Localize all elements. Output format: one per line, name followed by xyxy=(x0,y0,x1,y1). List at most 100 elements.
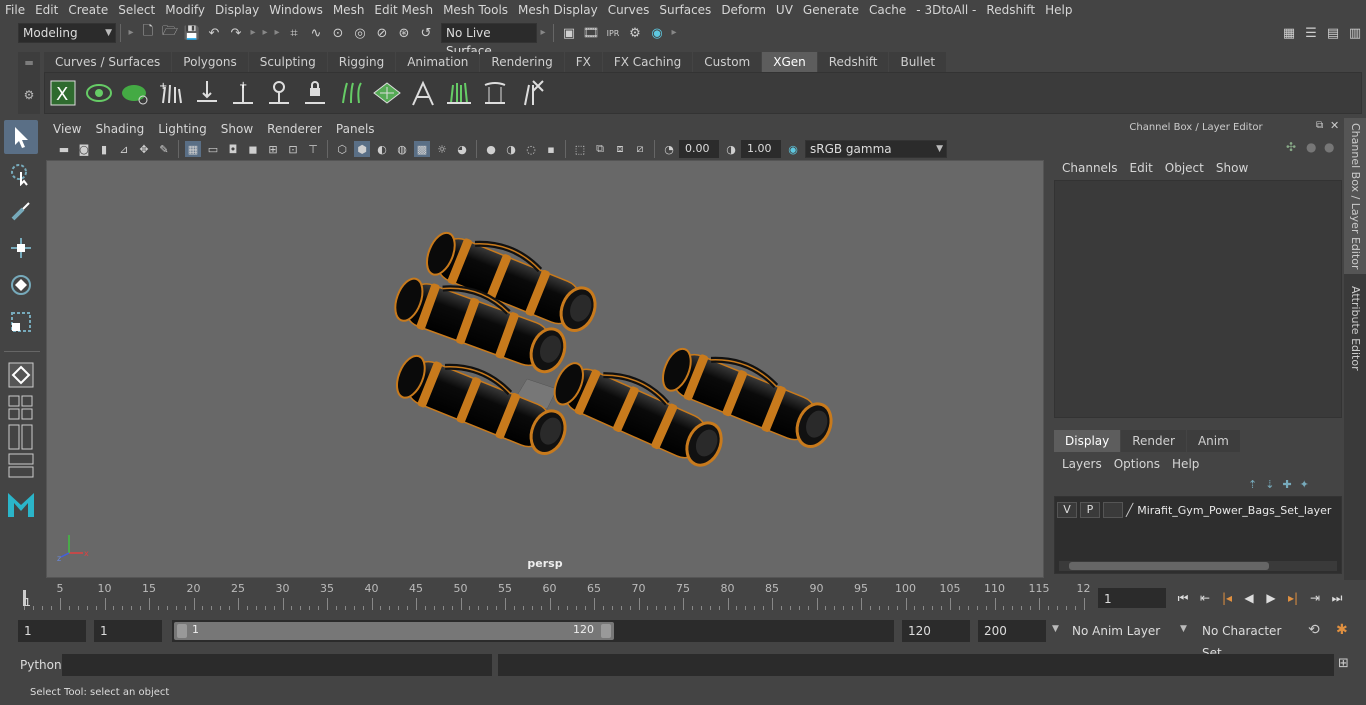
shelf-tab-curves-surfaces[interactable]: Curves / Surfaces xyxy=(44,52,172,72)
menu-modify[interactable]: Modify xyxy=(160,0,210,20)
color-management-icon[interactable]: ◉ xyxy=(785,141,801,157)
playback-start-field[interactable]: 1 xyxy=(94,620,162,642)
live-surface-field[interactable]: No Live Surface xyxy=(441,23,537,58)
layer-menu-options[interactable]: Options xyxy=(1108,454,1166,474)
safe-title-icon[interactable]: ⊤ xyxy=(305,141,321,157)
xgen-groom-splines-icon[interactable] xyxy=(408,76,438,110)
layer-tab-render[interactable]: Render xyxy=(1121,430,1186,452)
layer-color-icon[interactable]: ╱ xyxy=(1126,503,1133,517)
playback-end-field[interactable]: 120 xyxy=(902,620,970,642)
current-frame-field[interactable]: 1 xyxy=(1098,588,1166,608)
side-tab-attribute-editor[interactable]: Attribute Editor xyxy=(1344,278,1366,378)
auto-key-icon[interactable]: ⟲ xyxy=(1308,622,1320,638)
channel-box-option-icon[interactable]: ● xyxy=(1306,140,1316,154)
layer-menu-layers[interactable]: Layers xyxy=(1056,454,1108,474)
render-sequence-icon[interactable]: 🎞 xyxy=(582,24,600,42)
toggle-tool-settings-icon[interactable]: ▤ xyxy=(1324,24,1342,42)
layer-display-type-toggle[interactable] xyxy=(1103,502,1123,518)
save-scene-icon[interactable]: 💾 xyxy=(183,24,201,42)
soft-select-icon[interactable] xyxy=(4,358,38,392)
menu-redshift[interactable]: Redshift xyxy=(981,0,1040,20)
motion-blur-icon[interactable]: ◑ xyxy=(503,141,519,157)
viewport-menu-view[interactable]: View xyxy=(46,120,88,138)
paint-select-tool-icon[interactable] xyxy=(4,194,38,228)
safe-action-icon[interactable]: ⊡ xyxy=(285,141,301,157)
shelf-tab-sculpting[interactable]: Sculpting xyxy=(248,52,327,72)
shelf-tab-rendering[interactable]: Rendering xyxy=(480,52,564,72)
bookmark-icon[interactable]: ▮ xyxy=(96,141,112,157)
layer-menu-help[interactable]: Help xyxy=(1166,454,1205,474)
menu-uv[interactable]: UV xyxy=(771,0,798,20)
collapse-grip-icon[interactable]: ▸ xyxy=(250,24,256,42)
redo-icon[interactable]: ↷ xyxy=(227,24,245,42)
collapse-grip-icon[interactable]: ▸ xyxy=(671,24,677,42)
step-back-key-icon[interactable]: ⇤ xyxy=(1194,589,1216,607)
grid-toggle-icon[interactable]: ▦ xyxy=(185,141,201,157)
3d-viewport[interactable]: x z persp xyxy=(46,160,1044,578)
xgen-convert-icon[interactable] xyxy=(480,76,510,110)
collapse-grip-icon[interactable]: ▸ xyxy=(540,24,546,42)
layer-row[interactable]: V P ╱ Mirafit_Gym_Power_Bags_Set_layer xyxy=(1057,501,1339,519)
exposure-icon[interactable]: ◔ xyxy=(661,141,677,157)
channel-box-menu-show[interactable]: Show xyxy=(1210,158,1254,178)
gate-mask-icon[interactable]: ◼ xyxy=(245,141,261,157)
toggle-channel-box-icon[interactable]: ▥ xyxy=(1346,24,1364,42)
xgen-lock-guide-icon[interactable] xyxy=(300,76,330,110)
menu-create[interactable]: Create xyxy=(63,0,113,20)
move-layer-down-icon[interactable]: ⇣ xyxy=(1265,478,1274,491)
textured-icon[interactable]: ▩ xyxy=(414,141,430,157)
close-icon[interactable]: ✕ xyxy=(1330,119,1339,132)
layer-tab-anim[interactable]: Anim xyxy=(1186,430,1240,452)
collapse-grip-icon[interactable]: ▸ xyxy=(262,24,268,42)
axis-toggle-icon[interactable]: ✣ xyxy=(1286,140,1296,154)
menu-mesh[interactable]: Mesh xyxy=(328,0,370,20)
play-forwards-icon[interactable]: ▶ xyxy=(1260,589,1282,607)
new-layer-selected-icon[interactable]: ✦ xyxy=(1300,478,1309,491)
2d-pan-zoom-icon[interactable]: ✥ xyxy=(136,141,152,157)
image-plane-icon[interactable]: ⊿ xyxy=(116,141,132,157)
collapse-grip-icon[interactable]: ▸ xyxy=(274,24,280,42)
xray-joints-icon[interactable]: ⧈ xyxy=(612,141,628,157)
menu-edit[interactable]: Edit xyxy=(30,0,63,20)
render-settings-icon[interactable]: ⚙ xyxy=(626,24,644,42)
shadows-icon[interactable]: ◕ xyxy=(454,141,470,157)
layer-tab-display[interactable]: Display xyxy=(1054,430,1121,452)
snap-curve-icon[interactable]: ∿ xyxy=(307,24,325,42)
depth-of-field-icon[interactable]: ▪ xyxy=(543,141,559,157)
scrollbar-thumb[interactable] xyxy=(1069,562,1269,570)
menu-display[interactable]: Display xyxy=(210,0,264,20)
viewport-menu-panels[interactable]: Panels xyxy=(329,120,382,138)
make-live-icon[interactable]: ⊛ xyxy=(395,24,413,42)
float-panel-icon[interactable]: ⧉ xyxy=(1316,120,1323,131)
menu-deform[interactable]: Deform xyxy=(716,0,771,20)
shelf-tab-fx[interactable]: FX xyxy=(564,52,602,72)
layout-single-icon[interactable] xyxy=(4,395,38,421)
viewport-menu-show[interactable]: Show xyxy=(214,120,260,138)
select-tool-icon[interactable] xyxy=(4,120,38,154)
screen-space-ao-icon[interactable]: ● xyxy=(483,141,499,157)
shelf-tab-bullet[interactable]: Bullet xyxy=(889,52,947,72)
camera-select-icon[interactable]: ▬ xyxy=(56,141,72,157)
character-set-dropdown[interactable]: No Character Set xyxy=(1196,620,1298,660)
channel-box-option-icon[interactable]: ● xyxy=(1324,140,1334,154)
shelf-settings-icon[interactable]: ⚙ xyxy=(18,88,40,102)
xgen-sculpt-guide-icon[interactable]: + xyxy=(228,76,258,110)
xray-components-icon[interactable]: ⧄ xyxy=(632,141,648,157)
anim-layer-dropdown[interactable]: No Anim Layer xyxy=(1066,620,1174,642)
xgen-guides-to-curves-icon[interactable] xyxy=(336,76,366,110)
xgen-place-guide-icon[interactable] xyxy=(192,76,222,110)
collapse-grip-icon[interactable]: ▸ xyxy=(128,24,134,42)
play-backwards-icon[interactable]: ◀ xyxy=(1238,589,1260,607)
xgen-clear-preview-icon[interactable] xyxy=(120,76,150,110)
menu-mesh-display[interactable]: Mesh Display xyxy=(513,0,603,20)
film-gate-icon[interactable]: ▭ xyxy=(205,141,221,157)
render-frame-icon[interactable]: ▣ xyxy=(560,24,578,42)
shelf-tab-polygons[interactable]: Polygons xyxy=(172,52,248,72)
new-scene-icon[interactable]: 🗋 xyxy=(139,24,157,42)
field-chart-icon[interactable]: ⊞ xyxy=(265,141,281,157)
menu-help[interactable]: Help xyxy=(1040,0,1077,20)
snap-view-plane-icon[interactable]: ⊘ xyxy=(373,24,391,42)
channel-box-menu-object[interactable]: Object xyxy=(1159,158,1210,178)
channel-box-area[interactable] xyxy=(1054,180,1342,418)
snap-grid-icon[interactable]: ⌗ xyxy=(285,24,303,42)
